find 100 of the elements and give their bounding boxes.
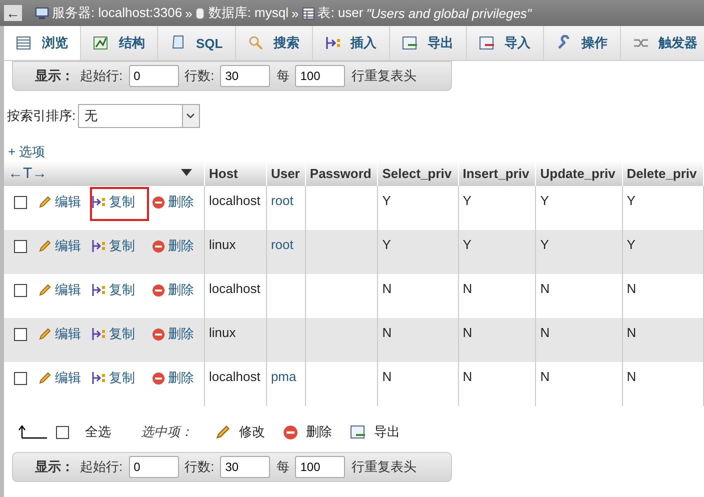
sort-select[interactable]: 无 — [78, 104, 200, 128]
table-cell: N — [378, 362, 458, 406]
tab[interactable]: 触发器 — [620, 26, 704, 60]
table-cell: Y — [458, 230, 536, 274]
row-count-field[interactable]: 30 — [220, 456, 270, 478]
caret-down-icon[interactable] — [181, 169, 192, 176]
edit-link[interactable]: 编辑 — [55, 369, 81, 387]
tab[interactable]: SQL — [158, 26, 236, 60]
tab[interactable]: 插入 — [312, 26, 390, 60]
column-header[interactable]: Insert_priv — [458, 161, 536, 186]
wrench-icon — [556, 35, 572, 51]
copy-link[interactable]: 复制 — [109, 369, 135, 387]
table-cell: root — [266, 230, 306, 274]
table-cell: Y — [536, 230, 622, 274]
rows-label: 行数: — [184, 458, 214, 476]
delete-link[interactable]: 删除 — [168, 237, 194, 255]
separator: » — [291, 6, 299, 20]
insert-icon — [92, 239, 106, 253]
row-checkbox[interactable] — [14, 372, 27, 384]
copy-link[interactable]: 复制 — [109, 237, 135, 255]
edit-button[interactable]: 修改 — [215, 423, 265, 441]
separator: » — [185, 6, 192, 20]
table-cell — [266, 318, 306, 362]
server-link[interactable]: 服务器: localhost:3306 — [52, 4, 182, 22]
delete-link[interactable]: 删除 — [168, 281, 194, 299]
delete-link[interactable]: 删除 — [168, 193, 194, 211]
table-cell: localhost — [204, 362, 266, 406]
start-label: 起始行: — [80, 458, 123, 476]
pencil-icon — [38, 195, 52, 209]
tab[interactable]: 浏览 — [4, 26, 81, 60]
pencil-icon — [38, 327, 52, 341]
database-icon — [195, 6, 206, 20]
pencil-icon — [38, 239, 52, 253]
column-header[interactable]: Delete_priv — [622, 161, 704, 186]
start-row-field[interactable]: 0 — [128, 456, 179, 478]
insert-icon — [92, 327, 106, 341]
start-row-field[interactable]: 0 — [128, 65, 179, 87]
insert-icon — [92, 283, 106, 297]
tab[interactable]: 搜索 — [236, 26, 313, 60]
repeat-header-label: 行重复表头 — [351, 67, 416, 85]
edit-link[interactable]: 编辑 — [55, 237, 81, 255]
delete-icon — [152, 240, 165, 252]
delete-icon — [152, 328, 165, 340]
tab[interactable]: 操作 — [544, 26, 621, 60]
show-label: 显示： — [35, 458, 74, 476]
copy-link[interactable]: 复制 — [109, 193, 135, 211]
database-link[interactable]: 数据库: mysql — [208, 4, 288, 22]
tab[interactable]: 结构 — [81, 26, 158, 60]
table-cell: Y — [378, 230, 458, 274]
arrow-up-icon — [18, 425, 48, 439]
delete-link[interactable]: 删除 — [168, 325, 194, 343]
show-label: 显示： — [35, 67, 74, 85]
column-header[interactable]: Password — [305, 161, 378, 186]
delete-button[interactable]: 删除 — [283, 423, 332, 441]
table-cell: linux — [204, 230, 266, 274]
tab[interactable]: 导出 — [390, 26, 467, 60]
row-checkbox[interactable] — [14, 328, 27, 340]
select-all-label: 全选 — [85, 423, 111, 441]
edit-link[interactable]: 编辑 — [55, 325, 81, 343]
column-header[interactable]: Host — [204, 161, 266, 186]
delete-icon — [152, 284, 165, 296]
options-link[interactable]: + 选项 — [8, 144, 46, 159]
table-cell: pma — [266, 362, 306, 406]
with-selected-label: 选中项： — [141, 423, 193, 441]
rows-label: 行数: — [184, 67, 214, 85]
table-cell: N — [536, 362, 622, 406]
every-label: 每 — [276, 67, 290, 85]
edit-link[interactable]: 编辑 — [55, 281, 81, 299]
export-button[interactable]: 导出 — [350, 423, 400, 441]
pencil-icon — [38, 371, 52, 385]
row-checkbox[interactable] — [14, 284, 27, 296]
delete-link[interactable]: 删除 — [168, 369, 194, 387]
table-cell: Y — [622, 230, 704, 274]
column-header[interactable]: User — [266, 161, 306, 186]
repeat-header-field[interactable]: 100 — [295, 65, 346, 87]
server-icon — [35, 6, 49, 20]
insert-icon — [92, 371, 106, 385]
sort-label: 按索引排序: — [7, 107, 76, 125]
column-header[interactable]: Update_priv — [536, 161, 622, 186]
copy-link[interactable]: 复制 — [109, 325, 135, 343]
tab[interactable]: 导入 — [466, 26, 544, 60]
edit-link[interactable]: 编辑 — [55, 193, 81, 211]
table-cell: N — [622, 318, 704, 362]
insert-icon — [92, 195, 106, 209]
search-icon — [248, 35, 264, 51]
repeat-header-field[interactable]: 100 — [295, 456, 346, 478]
start-label: 起始行: — [80, 67, 123, 85]
row-checkbox[interactable] — [14, 240, 27, 252]
column-header[interactable]: Select_priv — [378, 161, 458, 186]
copy-link[interactable]: 复制 — [109, 281, 135, 299]
pencil-icon — [215, 424, 231, 440]
table-cell: N — [458, 362, 536, 406]
row-count-field[interactable]: 30 — [220, 65, 270, 87]
select-all-checkbox[interactable] — [56, 426, 69, 438]
row-checkbox[interactable] — [14, 196, 27, 208]
column-arrows[interactable]: ←T→ — [8, 165, 48, 182]
table-link[interactable]: 表: user — [318, 4, 364, 22]
table-cell: N — [622, 362, 704, 406]
repeat-header-label: 行重复表头 — [351, 458, 416, 476]
delete-icon — [152, 196, 165, 208]
